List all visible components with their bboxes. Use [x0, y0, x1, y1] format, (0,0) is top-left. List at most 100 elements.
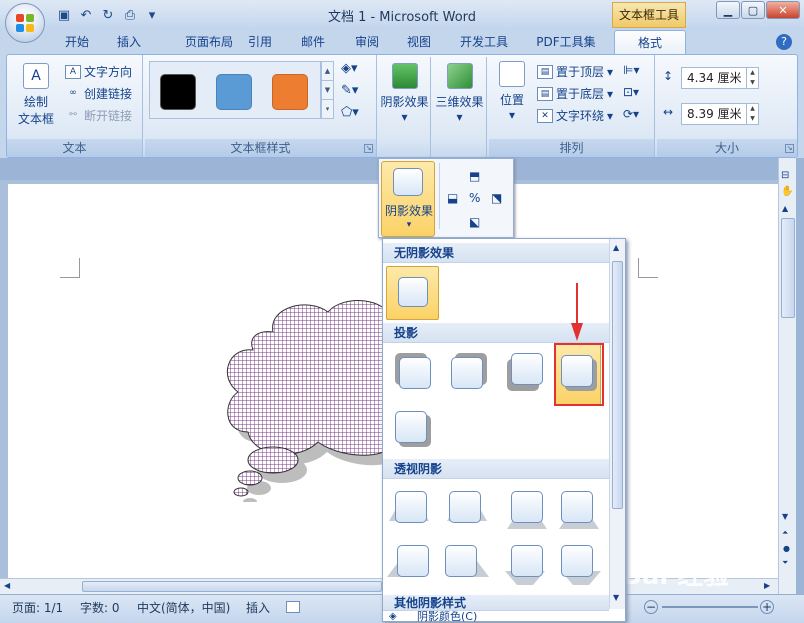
ruler-toggle-icon[interactable]: ⊟ [781, 170, 789, 181]
line-color-icon[interactable]: ✎▾ [341, 83, 358, 98]
office-button[interactable] [5, 3, 45, 43]
3d-effects-label: 三维效果 [435, 95, 484, 109]
arrange-group: 位置 ▾ ▤ 置于顶层 ▾ ▤ 置于底层 ▾ ✕ 文字环绕 ▾ ⊫▾ ⊡▾ ⟳▾ 排列 [489, 55, 655, 157]
tab-home[interactable]: 开始 [56, 30, 98, 54]
browse-object-icon[interactable]: ● [783, 544, 790, 553]
send-back-icon: ▤ [537, 86, 553, 101]
width-value: 8.39 厘米 [687, 107, 742, 121]
pan-icon[interactable]: ✋ [781, 186, 793, 197]
perspective-option-2[interactable] [445, 487, 489, 531]
height-input[interactable]: 4.34 厘米 ▲ ▼ [681, 67, 759, 89]
group-icon[interactable]: ⊡▾ [623, 85, 639, 99]
perspective-option-8[interactable] [557, 543, 601, 587]
nudge-left-icon[interactable]: ⬓ [447, 191, 458, 205]
close-button[interactable]: ✕ [766, 1, 800, 19]
position-button[interactable]: 位置 ▾ [495, 61, 529, 122]
shadow-toggle-icon[interactable]: % [469, 191, 480, 205]
gallery-scroll-up-icon[interactable]: ▲ [613, 243, 619, 252]
scroll-left-icon[interactable]: ◀ [4, 581, 10, 590]
nudge-up-icon[interactable]: ⬒ [469, 169, 480, 183]
shadow-preview-icon [393, 168, 423, 196]
3d-icon [446, 63, 473, 89]
tab-mailings[interactable]: 邮件 [292, 30, 334, 54]
perspective-option-7[interactable] [505, 543, 549, 587]
text-wrap-caret: ▾ [607, 108, 614, 123]
send-to-back-button[interactable]: ▤ 置于底层 ▾ [537, 85, 613, 102]
bring-to-front-button[interactable]: ▤ 置于顶层 ▾ [537, 63, 613, 80]
width-spinner[interactable]: ▲ ▼ [746, 104, 758, 124]
style-swatch-orange[interactable] [272, 74, 308, 110]
gallery-scroll-thumb[interactable] [612, 261, 623, 509]
minimize-button[interactable]: ▁ [716, 1, 740, 19]
language[interactable]: 中文(简体，中国) [137, 599, 230, 616]
tab-insert[interactable]: 插入 [108, 30, 150, 54]
gallery-scrollbar[interactable]: ▲ ▼ [609, 239, 625, 609]
height-spinner[interactable]: ▲ ▼ [746, 68, 758, 88]
shadow-option-3[interactable] [505, 353, 549, 397]
zoom-in-icon[interactable]: + [760, 600, 774, 614]
shadow-option-1[interactable] [393, 353, 437, 397]
perspective-option-4[interactable] [557, 487, 601, 531]
change-shape-icon[interactable]: ⬠▾ [341, 105, 359, 120]
scroll-down-icon[interactable]: ▼ [322, 81, 333, 100]
size-launcher-icon[interactable]: ↘ [785, 144, 794, 153]
dialog-launcher-icon[interactable]: ↘ [364, 144, 373, 153]
gallery-scroll-down-icon[interactable]: ▼ [613, 593, 619, 602]
shadow-effects-button[interactable]: 阴影效果 ▾ [379, 57, 431, 157]
shadow-color-menu[interactable]: 阴影颜色(C) [383, 611, 623, 623]
gallery-more-icon[interactable]: ▾ [322, 100, 333, 119]
shadow-front [445, 545, 477, 577]
vertical-scroll-thumb[interactable] [781, 218, 795, 318]
shadow-option-5[interactable] [393, 409, 437, 453]
text-direction-label: 文字方向 [84, 65, 133, 79]
help-icon[interactable]: ? [776, 34, 792, 50]
tab-format[interactable]: 格式 [614, 30, 686, 54]
scroll-up-icon[interactable]: ▲ [322, 62, 333, 81]
align-icon[interactable]: ⊫▾ [623, 63, 639, 77]
zoom-slider[interactable] [662, 606, 758, 608]
shadow-effects-panel-button[interactable]: 阴影效果 ▾ [381, 161, 435, 237]
scroll-right-icon[interactable]: ▶ [764, 581, 770, 590]
shadow-front [399, 357, 431, 389]
scroll-down-icon[interactable]: ▼ [782, 512, 788, 521]
shadow-panel-caret: ▾ [406, 220, 412, 230]
tab-view[interactable]: 视图 [398, 30, 440, 54]
style-swatch-black[interactable] [160, 74, 196, 110]
break-link-button[interactable]: ⚯ 断开链接 [65, 107, 132, 124]
fill-color-icon[interactable]: ◈▾ [341, 61, 358, 76]
tab-review[interactable]: 审阅 [346, 30, 388, 54]
tab-pdf-tools[interactable]: PDF工具集 [528, 30, 604, 54]
next-page-icon[interactable]: ⏷ [782, 558, 788, 568]
insert-mode[interactable]: 插入 [246, 599, 270, 616]
perspective-option-1[interactable] [387, 487, 431, 531]
perspective-option-5[interactable] [387, 543, 431, 587]
tab-developer[interactable]: 开发工具 [450, 30, 518, 54]
vertical-scrollbar[interactable]: ⊟ ✋ ▲ ▼ ⏶ ● ⏷ [778, 158, 796, 594]
maximize-button[interactable]: ▢ [741, 1, 765, 19]
text-direction-button[interactable]: A 文字方向 [65, 63, 132, 80]
zoom-out-icon[interactable]: − [644, 600, 658, 614]
horizontal-scroll-thumb[interactable] [82, 581, 382, 592]
draw-textbox-button[interactable]: A 绘制 文本框 [13, 63, 59, 127]
shadow-front [511, 353, 543, 385]
scroll-up-icon[interactable]: ▲ [782, 204, 788, 213]
create-link-button[interactable]: ∞ 创建链接 [65, 85, 132, 102]
perspective-option-3[interactable] [505, 487, 549, 531]
rotate-icon[interactable]: ⟳▾ [623, 107, 639, 121]
nudge-right-icon[interactable]: ⬔ [491, 191, 502, 205]
text-wrap-button[interactable]: ✕ 文字环绕 ▾ [537, 107, 613, 124]
shadow-option-2[interactable] [447, 353, 491, 397]
style-gallery-scroll[interactable]: ▲ ▼ ▾ [321, 61, 334, 119]
nudge-down-icon[interactable]: ⬕ [469, 215, 480, 229]
3d-effects-button[interactable]: 三维效果 ▾ [433, 57, 487, 157]
page-count[interactable]: 页面: 1/1 [12, 599, 63, 616]
macro-icon[interactable] [286, 601, 300, 613]
word-count[interactable]: 字数: 0 [80, 599, 120, 616]
perspective-option-6[interactable] [445, 543, 489, 587]
width-input[interactable]: 8.39 厘米 ▲ ▼ [681, 103, 759, 125]
tab-references[interactable]: 引用 [240, 30, 280, 54]
other-shadow-heading: 其他阴影样式 [383, 595, 609, 611]
no-shadow-option[interactable] [386, 266, 439, 320]
style-swatch-blue[interactable] [216, 74, 252, 110]
prev-page-icon[interactable]: ⏶ [782, 528, 788, 538]
